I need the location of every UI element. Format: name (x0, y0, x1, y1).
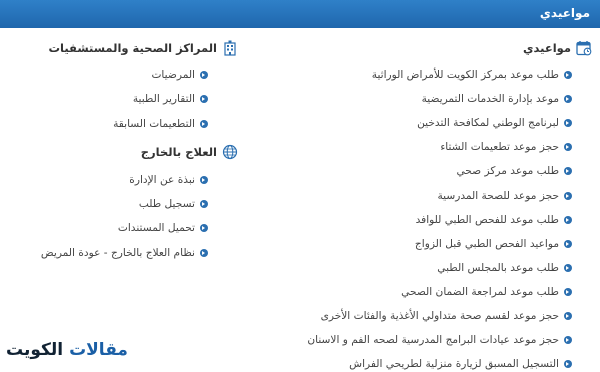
appointments-title-text: مواعيدي (522, 41, 571, 55)
appointment-link-label: حجز موعد تطعيمات الشتاء (440, 141, 559, 154)
appointment-link[interactable]: حجز موعد عيادات البرامج المدرسية لصحه ال… (307, 328, 572, 352)
appointment-link[interactable]: طلب موعد بالمجلس الطبي (307, 256, 572, 280)
arrow-bullet-icon (564, 71, 572, 80)
arrow-bullet-icon (564, 143, 572, 152)
appointment-link-label: لبرنامج الوطني لمكافحة التدخين (417, 117, 559, 130)
health-centers-link[interactable]: المرضيات (113, 63, 208, 87)
health-centers-link-label: المرضيات (151, 69, 195, 82)
treatment-abroad-link-label: تسجيل طلب (138, 198, 195, 211)
treatment-abroad-link-label: تحميل المستندات (117, 222, 195, 235)
top-header-bar: مواعيدي (0, 0, 600, 28)
arrow-bullet-icon (564, 215, 572, 224)
arrow-bullet-icon (564, 239, 572, 248)
watermark-part2: الكويت (6, 340, 70, 360)
arrow-bullet-icon (200, 248, 208, 257)
treatment-abroad-link[interactable]: نبذة عن الإدارة (41, 168, 208, 192)
appointment-link-label: طلب موعد للفحص الطبي للوافد (415, 213, 559, 226)
health-centers-link[interactable]: التقارير الطبية (113, 87, 208, 111)
arrow-bullet-icon (564, 360, 572, 369)
appointment-link-label: موعد بإدارة الخدمات التمريضية (421, 93, 559, 106)
treatment-abroad-list: نبذة عن الإدارة تسجيل طلب تحميل المستندات ن… (41, 168, 208, 265)
appointment-link[interactable]: حجز موعد تطعيمات الشتاء (307, 135, 572, 159)
appointment-link-label: طلب موعد بالمجلس الطبي (437, 261, 559, 274)
arrow-bullet-icon (200, 224, 208, 233)
treatment-abroad-link-label: نظام العلاج بالخارج - عودة المريض (40, 246, 195, 259)
treatment-abroad-link[interactable]: نظام العلاج بالخارج - عودة المريض (41, 241, 208, 265)
arrow-bullet-icon (564, 119, 572, 128)
treatment-abroad-title-text: العلاج بالخارج (140, 145, 217, 159)
arrow-bullet-icon (200, 119, 208, 128)
appointment-link-label: حجز موعد للصحة المدرسية (437, 189, 559, 202)
treatment-abroad-link-label: نبذة عن الإدارة (129, 174, 195, 187)
arrow-bullet-icon (200, 95, 208, 104)
arrow-bullet-icon (564, 263, 572, 272)
health-centers-link-label: التطعيمات السابقة (113, 117, 195, 130)
health-centers-section-title: المراكز الصحية والمستشفيات (48, 40, 238, 56)
appointments-list: طلب موعد بمركز الكويت للأمراض الوراثية مو… (307, 63, 572, 372)
appointment-link[interactable]: لبرنامج الوطني لمكافحة التدخين (307, 111, 572, 135)
appointment-link-label: التسجيل المسبق لزيارة منزلية لطريحي الفر… (349, 358, 559, 371)
arrow-bullet-icon (564, 167, 572, 176)
appointment-link-label: مواعيد الفحص الطبي قبل الزواج (414, 237, 559, 250)
appointment-link-label: طلب موعد مركز صحي (456, 165, 559, 178)
appointment-link[interactable]: طلب موعد لمراجعة الضمان الصحي (307, 280, 572, 304)
arrow-bullet-icon (564, 287, 572, 296)
treatment-abroad-section-title: العلاج بالخارج (141, 144, 238, 160)
arrow-bullet-icon (564, 95, 572, 104)
header-title: مواعيدي (539, 6, 590, 20)
appointment-link-label: حجز موعد لقسم صحة متداولي الأغذية والفئا… (320, 309, 559, 322)
hospital-building-icon (224, 40, 236, 56)
appointment-link[interactable]: طلب موعد للفحص الطبي للوافد (307, 208, 572, 232)
appointments-section-title: مواعيدي (523, 40, 592, 56)
globe-icon (222, 144, 238, 160)
appointment-link[interactable]: حجز موعد لقسم صحة متداولي الأغذية والفئا… (307, 304, 572, 328)
appointment-link[interactable]: طلب موعد بمركز الكويت للأمراض الوراثية (307, 63, 572, 87)
appointment-link-label: حجز موعد عيادات البرامج المدرسية لصحه ال… (307, 334, 559, 347)
arrow-bullet-icon (200, 71, 208, 80)
health-centers-link[interactable]: التطعيمات السابقة (113, 112, 208, 136)
watermark-part1: مقالات (69, 340, 128, 360)
appointment-link-label: طلب موعد لمراجعة الضمان الصحي (401, 285, 559, 298)
appointment-link-label: طلب موعد بمركز الكويت للأمراض الوراثية (371, 69, 559, 82)
health-centers-list: المرضيات التقارير الطبية التطعيمات السابقة (113, 63, 208, 136)
arrow-bullet-icon (200, 200, 208, 209)
appointment-link[interactable]: مواعيد الفحص الطبي قبل الزواج (307, 232, 572, 256)
calendar-icon (576, 41, 592, 56)
arrow-bullet-icon (564, 191, 572, 200)
arrow-bullet-icon (564, 336, 572, 345)
health-centers-title-text: المراكز الصحية والمستشفيات (48, 41, 217, 55)
treatment-abroad-link[interactable]: تسجيل طلب (41, 192, 208, 216)
appointment-link[interactable]: طلب موعد مركز صحي (307, 159, 572, 183)
appointment-link[interactable]: التسجيل المسبق لزيارة منزلية لطريحي الفر… (307, 352, 572, 372)
arrow-bullet-icon (200, 176, 208, 185)
watermark-logo: مقالات الكويت (6, 340, 128, 360)
appointment-link[interactable]: موعد بإدارة الخدمات التمريضية (307, 87, 572, 111)
arrow-bullet-icon (564, 311, 572, 320)
appointment-link[interactable]: حجز موعد للصحة المدرسية (307, 183, 572, 207)
health-centers-link-label: التقارير الطبية (132, 93, 195, 106)
treatment-abroad-link[interactable]: تحميل المستندات (41, 216, 208, 240)
